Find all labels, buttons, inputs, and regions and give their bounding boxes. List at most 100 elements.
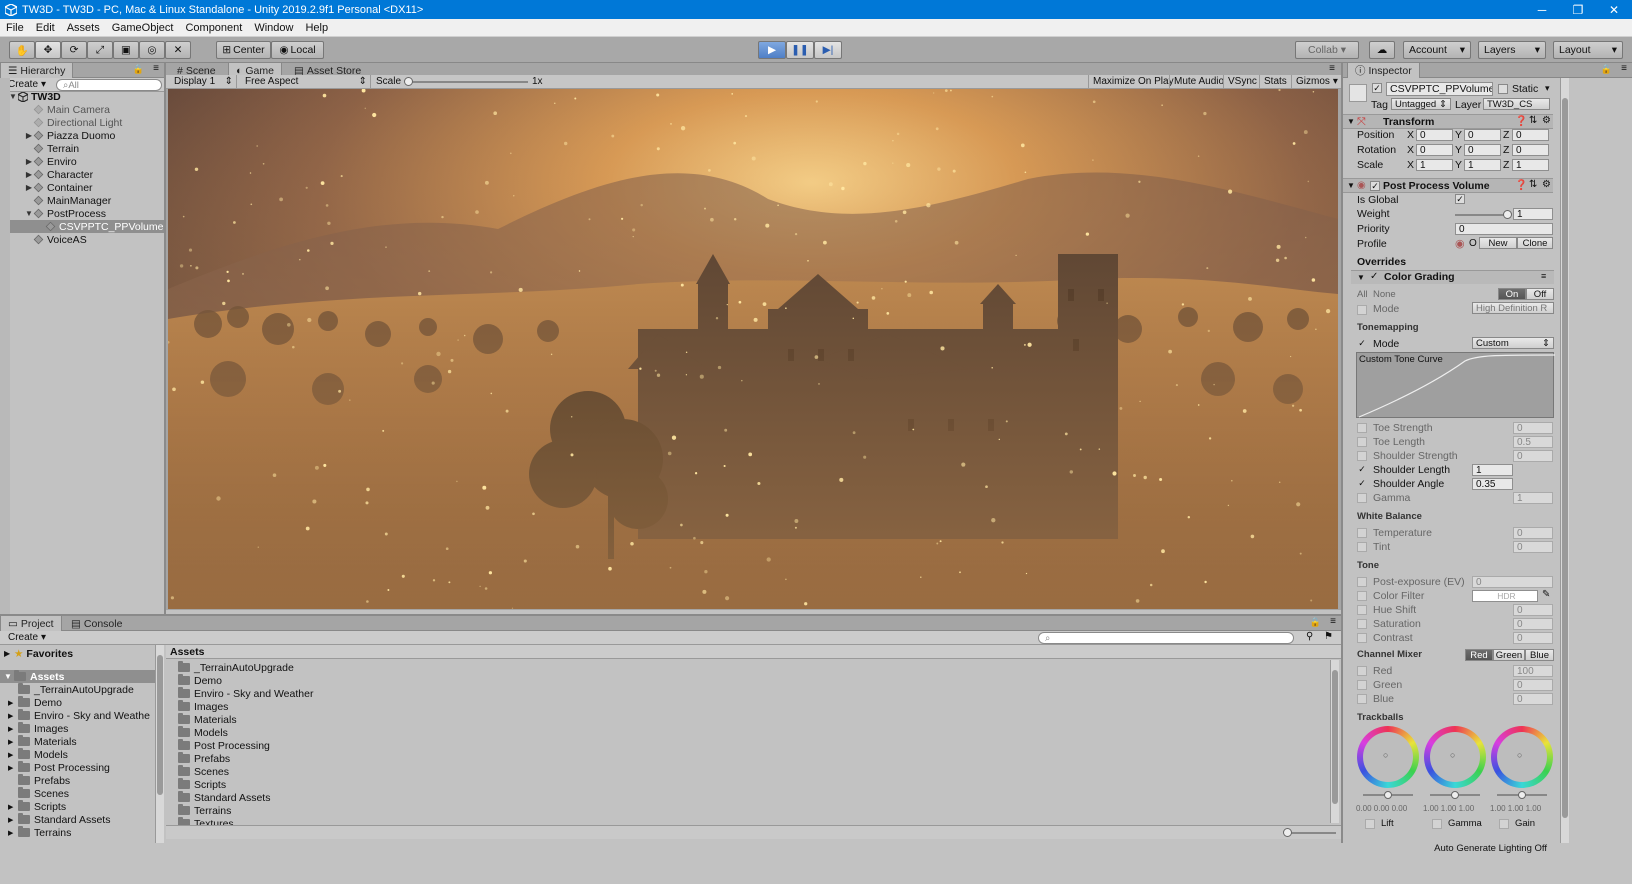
favorites-row[interactable]: ▶ ★ Favorites: [4, 647, 73, 660]
panel-menu-icon[interactable]: ≡: [1541, 271, 1546, 281]
tone-param-input[interactable]: 0: [1513, 618, 1553, 630]
toggle-all-link[interactable]: All: [1357, 289, 1368, 300]
menu-component[interactable]: Component: [179, 22, 248, 34]
color-grading-on-button[interactable]: On: [1498, 288, 1526, 300]
expand-arrow-icon[interactable]: ▼: [24, 209, 34, 218]
assets-root-row[interactable]: ▼ Assets: [0, 670, 155, 683]
expand-arrow-icon[interactable]: ▶: [24, 170, 34, 179]
param-override-checkbox[interactable]: [1357, 423, 1367, 433]
trackball-wheel[interactable]: ○: [1424, 726, 1486, 788]
move-tool-button[interactable]: ✥: [35, 41, 61, 59]
scale-slider[interactable]: [404, 77, 528, 86]
transform-x-input[interactable]: 0: [1416, 129, 1453, 141]
gear-icon[interactable]: ⚙: [1542, 179, 1551, 190]
collapse-arrow-icon[interactable]: ▼: [1347, 181, 1355, 190]
account-dropdown[interactable]: Account ▾: [1403, 41, 1471, 59]
param-override-checkbox[interactable]: [1357, 680, 1367, 690]
panel-menu-icon[interactable]: ≡: [1329, 63, 1335, 74]
trackball-slider[interactable]: [1363, 791, 1413, 799]
collapse-arrow-icon[interactable]: ▼: [1357, 273, 1365, 282]
hierarchy-item[interactable]: Main Camera: [0, 103, 164, 116]
transform-z-input[interactable]: 0: [1512, 144, 1549, 156]
expand-arrow-icon[interactable]: ▼: [4, 672, 14, 681]
curve-param-input[interactable]: 0: [1513, 422, 1553, 434]
param-override-checkbox[interactable]: ✓: [1357, 465, 1367, 475]
rect-tool-button[interactable]: ▣: [113, 41, 139, 59]
curve-param-input[interactable]: 1: [1513, 492, 1553, 504]
tree-folder-row[interactable]: ▶ Demo: [8, 696, 62, 709]
project-search-input[interactable]: ⌕: [1038, 632, 1294, 644]
panel-menu-icon[interactable]: ≡: [1621, 63, 1627, 74]
trackball-handle-icon[interactable]: ○: [1450, 750, 1455, 760]
transform-x-input[interactable]: 1: [1416, 159, 1453, 171]
active-checkbox[interactable]: ✓: [1372, 83, 1382, 93]
inspector-scroll-thumb[interactable]: [1562, 98, 1568, 818]
param-override-checkbox[interactable]: [1357, 542, 1367, 552]
expand-arrow-icon[interactable]: ▶: [24, 131, 34, 140]
tree-scrollbar[interactable]: [155, 645, 164, 843]
trackball-override-checkbox[interactable]: [1365, 819, 1375, 829]
hierarchy-item[interactable]: VoiceAS: [0, 233, 164, 246]
tree-folder-row[interactable]: ▶ Images: [8, 722, 68, 735]
profile-new-button[interactable]: New: [1479, 237, 1517, 249]
param-override-checkbox[interactable]: [1357, 605, 1367, 615]
gear-icon[interactable]: ⚙: [1542, 115, 1551, 126]
grading-mode-dropdown[interactable]: High Definition R: [1472, 302, 1554, 314]
gizmos-dropdown[interactable]: Gizmos ▾: [1291, 75, 1341, 88]
inspector-scrollbar[interactable]: [1560, 78, 1569, 843]
menu-assets[interactable]: Assets: [61, 22, 106, 34]
expand-arrow-icon[interactable]: ▶: [8, 803, 18, 811]
expand-arrow-icon[interactable]: ▶: [8, 725, 18, 733]
param-override-checkbox[interactable]: [1357, 437, 1367, 447]
maximize-button[interactable]: ❐: [1560, 3, 1596, 17]
mixer-param-input[interactable]: 0: [1513, 693, 1553, 705]
hierarchy-item[interactable]: ▶ Piazza Duomo: [0, 129, 164, 142]
mode-override-checkbox[interactable]: [1357, 305, 1367, 315]
hierarchy-item[interactable]: ▶ Character: [0, 168, 164, 181]
play-button[interactable]: ▶: [758, 41, 786, 59]
expand-arrow-icon[interactable]: ▶: [8, 738, 18, 746]
filter-label-icon[interactable]: ⚑: [1324, 631, 1333, 642]
tree-folder-row[interactable]: ▶ Standard Assets: [8, 813, 110, 826]
trackball-handle-icon[interactable]: ○: [1517, 750, 1522, 760]
step-button[interactable]: ▶|: [814, 41, 842, 59]
static-dropdown-icon[interactable]: ▾: [1545, 83, 1550, 94]
asset-folder-row[interactable]: Enviro - Sky and Weather: [178, 687, 313, 700]
asset-folder-row[interactable]: Prefabs: [178, 752, 230, 765]
hierarchy-item[interactable]: ▶ Enviro: [0, 155, 164, 168]
transform-x-input[interactable]: 0: [1416, 144, 1453, 156]
list-scroll-thumb[interactable]: [1332, 670, 1338, 804]
wb-param-input[interactable]: 0: [1513, 527, 1553, 539]
tab-project[interactable]: ▭ Project: [0, 616, 62, 631]
param-override-checkbox[interactable]: [1357, 633, 1367, 643]
asset-folder-row[interactable]: Post Processing: [178, 739, 270, 752]
pivot-local-button[interactable]: ◉ Local: [271, 41, 324, 59]
toggle-none-link[interactable]: None: [1373, 289, 1396, 300]
vsync-toggle[interactable]: VSync: [1223, 75, 1261, 88]
expand-arrow-icon[interactable]: ▶: [24, 157, 34, 166]
expand-arrow-icon[interactable]: ▶: [4, 649, 14, 658]
trackball-handle-icon[interactable]: ○: [1383, 750, 1388, 760]
ppv-enabled-checkbox[interactable]: ✓: [1370, 181, 1380, 191]
icon-size-slider[interactable]: [1283, 828, 1336, 837]
close-button[interactable]: ✕: [1596, 3, 1632, 17]
tree-folder-row[interactable]: ▶ Materials: [8, 735, 77, 748]
asset-folder-row[interactable]: Standard Assets: [178, 791, 270, 804]
panel-menu-icon[interactable]: ≡: [1330, 616, 1336, 627]
minimize-button[interactable]: ─: [1524, 3, 1560, 17]
trackball-wheel[interactable]: ○: [1357, 726, 1419, 788]
curve-param-input[interactable]: 0.35: [1472, 478, 1513, 490]
asset-folder-row[interactable]: Scripts: [178, 778, 226, 791]
trackball-slider-thumb[interactable]: [1451, 791, 1459, 799]
wb-param-input[interactable]: 0: [1513, 541, 1553, 553]
trackball-slider-thumb[interactable]: [1518, 791, 1526, 799]
color-grading-header[interactable]: ▼ ✓ Color Grading ≡: [1351, 270, 1554, 284]
asset-folder-row[interactable]: _TerrainAutoUpgrade: [178, 661, 294, 674]
param-override-checkbox[interactable]: [1357, 666, 1367, 676]
lock-icon[interactable]: 🔒: [133, 64, 144, 75]
game-viewport[interactable]: [168, 89, 1338, 609]
preset-icon[interactable]: ⇅: [1529, 179, 1537, 190]
breadcrumb[interactable]: Assets: [170, 646, 204, 658]
expand-arrow-icon[interactable]: ▶: [24, 183, 34, 192]
tree-folder-row[interactable]: _TerrainAutoUpgrade: [8, 683, 134, 696]
